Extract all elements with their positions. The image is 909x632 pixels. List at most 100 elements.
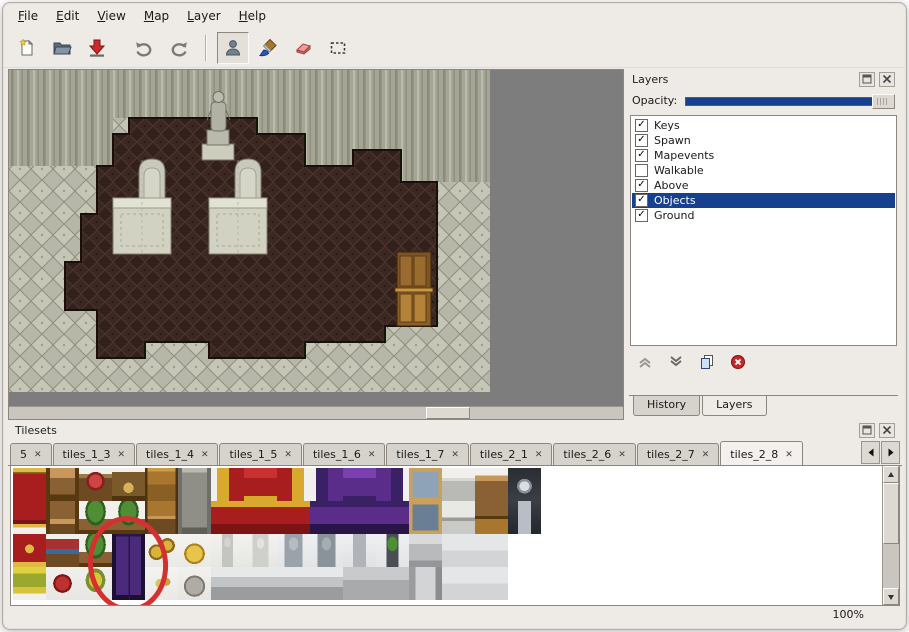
tileset-tile[interactable] bbox=[244, 468, 277, 501]
menu-view[interactable]: View bbox=[88, 5, 134, 27]
tileset-tile[interactable] bbox=[508, 534, 541, 567]
tileset-tile[interactable] bbox=[475, 534, 508, 567]
layer-visibility-checkbox[interactable] bbox=[635, 119, 648, 132]
tab-close-icon[interactable]: ✕ bbox=[618, 450, 626, 460]
tab-close-icon[interactable]: ✕ bbox=[785, 450, 793, 460]
tileset-tile[interactable] bbox=[475, 468, 508, 501]
tileset-tile[interactable] bbox=[211, 534, 244, 567]
tileset-tile[interactable] bbox=[46, 534, 79, 567]
tileset-tile[interactable] bbox=[409, 501, 442, 534]
tileset-tile[interactable] bbox=[376, 468, 409, 501]
scroll-up-button[interactable] bbox=[883, 466, 899, 483]
layer-visibility-checkbox[interactable] bbox=[635, 149, 648, 162]
dock-tab-layers[interactable]: Layers bbox=[702, 396, 766, 416]
tileset-tab-tiles_1_4[interactable]: tiles_1_4✕ bbox=[136, 443, 218, 465]
close-panel-button[interactable] bbox=[879, 423, 895, 438]
tileset-tile[interactable] bbox=[442, 501, 475, 534]
tileset-tile[interactable] bbox=[244, 501, 277, 534]
undo-button[interactable] bbox=[128, 32, 160, 64]
tab-close-icon[interactable]: ✕ bbox=[535, 450, 543, 460]
eraser-tool-button[interactable] bbox=[287, 32, 319, 64]
layer-row-mapevents[interactable]: Mapevents bbox=[632, 148, 895, 163]
tileset-tab-tiles_2_8[interactable]: tiles_2_8✕ bbox=[720, 441, 802, 465]
tileset-tile[interactable] bbox=[475, 567, 508, 600]
tileset-tile[interactable] bbox=[343, 567, 376, 600]
tab-scroll-left-button[interactable] bbox=[861, 441, 880, 464]
tileset-tile[interactable] bbox=[46, 567, 79, 600]
opacity-slider[interactable] bbox=[685, 93, 895, 108]
map-horizontal-scrollbar[interactable] bbox=[9, 406, 623, 419]
tileset-tile[interactable] bbox=[475, 501, 508, 534]
tileset-tile[interactable] bbox=[508, 468, 541, 501]
tileset-tile[interactable] bbox=[145, 468, 178, 501]
layer-row-objects[interactable]: Objects bbox=[632, 193, 895, 208]
layer-list[interactable]: KeysSpawnMapeventsWalkableAboveObjectsGr… bbox=[630, 115, 897, 346]
tileset-tile[interactable] bbox=[409, 534, 442, 567]
layer-visibility-checkbox[interactable] bbox=[635, 164, 648, 177]
new-map-button[interactable] bbox=[11, 32, 43, 64]
tileset-tile[interactable] bbox=[310, 534, 343, 567]
tileset-tile[interactable] bbox=[310, 501, 343, 534]
tileset-tile[interactable] bbox=[442, 468, 475, 501]
menu-help[interactable]: Help bbox=[230, 5, 275, 27]
tileset-tile[interactable] bbox=[343, 501, 376, 534]
tab-close-icon[interactable]: ✕ bbox=[702, 450, 710, 460]
tileset-tile[interactable] bbox=[13, 534, 46, 567]
tileset-tile[interactable] bbox=[310, 567, 343, 600]
save-button[interactable] bbox=[81, 32, 113, 64]
menu-file[interactable]: File bbox=[9, 5, 47, 27]
scrollbar-thumb[interactable] bbox=[426, 407, 470, 419]
tileset-tile[interactable] bbox=[46, 501, 79, 534]
tileset-tile[interactable] bbox=[376, 567, 409, 600]
tileset-tile[interactable] bbox=[112, 468, 145, 501]
tab-close-icon[interactable]: ✕ bbox=[451, 450, 459, 460]
menu-edit[interactable]: Edit bbox=[47, 5, 88, 27]
layer-row-above[interactable]: Above bbox=[632, 178, 895, 193]
opacity-slider-thumb[interactable] bbox=[872, 94, 895, 109]
tileset-tile[interactable] bbox=[508, 567, 541, 600]
tileset-tile[interactable] bbox=[409, 567, 442, 600]
open-button[interactable] bbox=[46, 32, 78, 64]
menu-layer[interactable]: Layer bbox=[178, 5, 229, 27]
duplicate-layer-button[interactable] bbox=[697, 352, 717, 372]
tileset-tile[interactable] bbox=[343, 468, 376, 501]
stamp-tool-button[interactable] bbox=[217, 32, 249, 64]
redo-button[interactable] bbox=[163, 32, 195, 64]
tileset-tile[interactable] bbox=[13, 501, 46, 534]
select-tool-button[interactable] bbox=[322, 32, 354, 64]
raise-layer-button[interactable] bbox=[635, 352, 655, 372]
tileset-tab-tiles_1_6[interactable]: tiles_1_6✕ bbox=[303, 443, 385, 465]
tileset-vertical-scrollbar[interactable] bbox=[882, 466, 899, 605]
layer-visibility-checkbox[interactable] bbox=[635, 179, 648, 192]
tileset-tile[interactable] bbox=[277, 468, 310, 501]
layer-visibility-checkbox[interactable] bbox=[635, 134, 648, 147]
tileset-tile[interactable] bbox=[376, 534, 409, 567]
tileset-tile[interactable] bbox=[244, 534, 277, 567]
tileset-tab-tiles_2_7[interactable]: tiles_2_7✕ bbox=[637, 443, 719, 465]
tileset-tab-tiles_2_6[interactable]: tiles_2_6✕ bbox=[553, 443, 635, 465]
tileset-tile[interactable] bbox=[310, 468, 343, 501]
map-canvas[interactable] bbox=[9, 70, 623, 406]
tileset-tile[interactable] bbox=[508, 501, 541, 534]
scrollbar-thumb[interactable] bbox=[883, 483, 899, 544]
tileset-tile[interactable] bbox=[211, 501, 244, 534]
float-panel-button[interactable] bbox=[859, 423, 875, 438]
map-viewport[interactable] bbox=[8, 69, 624, 420]
lower-layer-button[interactable] bbox=[666, 352, 686, 372]
tileset-tile[interactable] bbox=[409, 468, 442, 501]
tileset-tile[interactable] bbox=[442, 534, 475, 567]
tileset-tab-5[interactable]: 5✕ bbox=[10, 443, 52, 465]
float-panel-button[interactable] bbox=[859, 72, 875, 87]
tileset-tile[interactable] bbox=[13, 567, 46, 600]
layer-row-spawn[interactable]: Spawn bbox=[632, 133, 895, 148]
tileset-tile[interactable] bbox=[13, 468, 46, 501]
scroll-down-button[interactable] bbox=[883, 588, 899, 605]
scrollbar-track[interactable] bbox=[883, 483, 899, 588]
fill-tool-button[interactable] bbox=[252, 32, 284, 64]
layer-visibility-checkbox[interactable] bbox=[635, 209, 648, 222]
tileset-tile[interactable] bbox=[46, 468, 79, 501]
tileset-tile[interactable] bbox=[277, 567, 310, 600]
tileset-tile[interactable] bbox=[211, 567, 244, 600]
tab-close-icon[interactable]: ✕ bbox=[368, 450, 376, 460]
opacity-slider-track[interactable] bbox=[685, 97, 894, 106]
